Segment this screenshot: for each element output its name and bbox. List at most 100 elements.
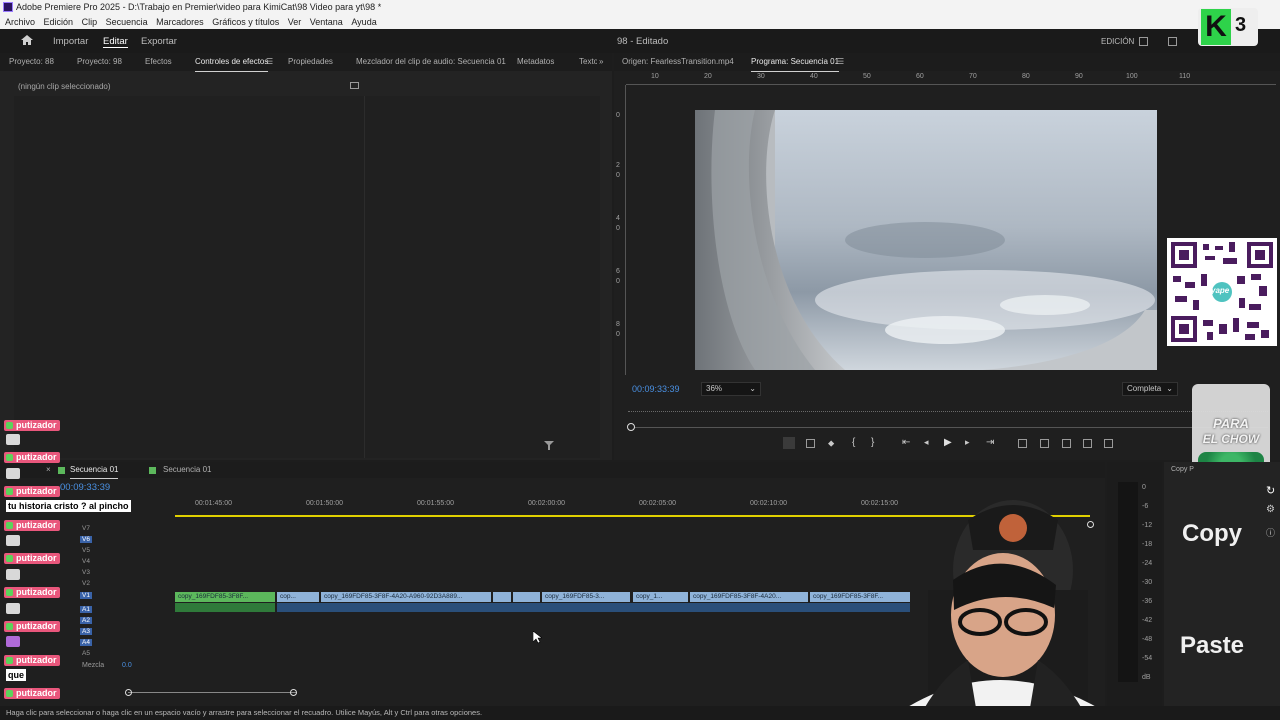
track-a3[interactable]: A3 — [80, 628, 92, 635]
window-title-bar: Adobe Premiere Pro 2025 - D:\Trabajo en … — [0, 0, 1280, 15]
play-icon[interactable]: ▶ — [944, 437, 952, 448]
menu-ver[interactable]: Ver — [288, 17, 302, 27]
chat-username: putizador — [4, 520, 60, 531]
go-to-in-icon[interactable]: ⇤ — [902, 437, 910, 448]
step-forward-icon[interactable]: ▸ — [965, 437, 970, 448]
workspace-icon[interactable] — [1139, 37, 1148, 46]
menu-secuencia[interactable]: Secuencia — [106, 17, 148, 27]
video-clip[interactable]: cop... — [277, 592, 319, 602]
cup-text-bottom: EL CHOW — [1202, 432, 1260, 446]
zoom-handle-right[interactable] — [290, 689, 297, 696]
tab-propiedades[interactable]: Propiedades — [288, 53, 333, 71]
menu-edicion[interactable]: Edición — [44, 17, 74, 27]
share-icon[interactable] — [1168, 37, 1177, 46]
tab-sequence-2[interactable]: Secuencia 01 — [163, 462, 211, 478]
tab-texto[interactable]: Texto — [579, 53, 597, 71]
video-clip[interactable]: copy_169FDF85-3F8F... — [175, 592, 275, 602]
zoom-dropdown[interactable]: 36% ⌄ — [701, 382, 761, 396]
menu-marcadores[interactable]: Marcadores — [156, 17, 204, 27]
left-tab-row: Proyecto: 88 Proyecto: 98 Efectos Contro… — [0, 53, 612, 72]
filter-icon[interactable] — [544, 441, 554, 450]
in-point-icon[interactable]: { — [852, 437, 855, 448]
tab-sequence-1[interactable]: Secuencia 01 — [70, 462, 119, 479]
add-marker-icon[interactable] — [783, 437, 795, 449]
video-clip[interactable]: copy_1... — [633, 592, 688, 602]
out-point-icon[interactable]: } — [871, 437, 874, 448]
menu-graficos[interactable]: Gráficos y títulos — [212, 17, 279, 27]
track-a1[interactable]: A1 — [80, 606, 92, 613]
marker-icon[interactable]: ⬥ — [828, 438, 834, 449]
tab-effect-controls[interactable]: Controles de efectos — [195, 53, 269, 72]
track-v1[interactable]: V1 — [80, 592, 92, 599]
refresh-icon[interactable]: ↻ — [1266, 484, 1275, 497]
program-timecode[interactable]: 00:09:33:39 — [632, 384, 680, 394]
program-menu-icon[interactable]: ☰ — [837, 53, 844, 71]
tab-source[interactable]: Origen: FearlessTransition.mp4 — [622, 53, 734, 71]
chat-emote-icon — [6, 434, 20, 445]
video-clip[interactable]: copy_169FDF85-3... — [542, 592, 630, 602]
ruler-label: 0 — [616, 225, 620, 232]
tab-proyecto-98[interactable]: Proyecto: 98 — [77, 53, 122, 71]
camera-icon[interactable] — [1062, 439, 1071, 448]
copy-button[interactable]: Copy — [1164, 520, 1260, 548]
close-icon[interactable]: × — [46, 462, 51, 478]
k3-number: 3 — [1235, 14, 1247, 36]
more-tabs-icon[interactable]: » — [599, 53, 603, 71]
panel-toggle-icon[interactable] — [350, 82, 359, 89]
menu-ayuda[interactable]: Ayuda — [351, 17, 376, 27]
tab-program[interactable]: Programa: Secuencia 01 — [751, 53, 840, 72]
video-clip[interactable]: copy_169FDF85-3F8F-4A20... — [690, 592, 808, 602]
workspace-label[interactable]: EDICIÓN — [1101, 37, 1134, 46]
menu-ventana[interactable]: Ventana — [310, 17, 343, 27]
settings-icon[interactable] — [1104, 439, 1113, 448]
track-v3[interactable]: V3 — [82, 569, 90, 576]
paste-button[interactable]: Paste — [1164, 632, 1260, 660]
tab-audio-clip-mixer[interactable]: Mezclador del clip de audio: Secuencia 0… — [356, 53, 506, 71]
audio-clip-blue[interactable] — [277, 603, 910, 612]
edit-tab[interactable]: Editar — [103, 36, 128, 48]
track-v7[interactable]: V7 — [82, 525, 90, 532]
import-tab[interactable]: Importar — [53, 36, 88, 47]
mix-value[interactable]: 0.0 — [122, 662, 132, 669]
quality-dropdown[interactable]: Completa ⌄ — [1122, 382, 1178, 396]
compare-icon[interactable] — [1083, 439, 1092, 448]
gear-icon[interactable]: ⚙ — [1266, 504, 1275, 515]
track-v4[interactable]: V4 — [82, 558, 90, 565]
monitor-scrub-bar[interactable] — [628, 427, 1268, 428]
timeline-timecode[interactable]: 00:09:33:39 — [60, 482, 110, 493]
copy-paste-tab[interactable]: Copy P — [1171, 466, 1194, 473]
zoom-handle-left[interactable] — [125, 689, 132, 696]
export-tab[interactable]: Exportar — [141, 36, 177, 47]
ruler-label: 0 — [616, 172, 620, 179]
tab-efectos[interactable]: Efectos — [145, 53, 172, 71]
chat-message: tu historia cristo ? al pincho — [6, 500, 131, 512]
audio-clip-green[interactable] — [175, 603, 275, 612]
menu-archivo[interactable]: Archivo — [5, 17, 35, 27]
track-a5[interactable]: A5 — [82, 650, 90, 657]
chat-emote-icon — [6, 468, 20, 479]
track-v5[interactable]: V5 — [82, 547, 90, 554]
go-to-out-icon[interactable]: ⇥ — [986, 437, 994, 448]
tab-proyecto-88[interactable]: Proyecto: 88 — [9, 53, 54, 71]
menu-icon[interactable]: ☰ — [266, 53, 273, 71]
video-clip[interactable] — [513, 592, 540, 602]
track-a2[interactable]: A2 — [80, 617, 92, 624]
menu-clip[interactable]: Clip — [82, 17, 98, 27]
status-bar: Haga clic para seleccionar o haga clic e… — [0, 706, 1280, 720]
track-a4[interactable]: A4 — [80, 639, 92, 646]
video-clip[interactable]: copy_169FDF85-3F8F-4A20-A960-92D3A889... — [321, 592, 491, 602]
insert-icon[interactable] — [1018, 439, 1027, 448]
video-clip[interactable] — [493, 592, 511, 602]
step-back-icon[interactable]: ◂ — [924, 437, 929, 448]
timeline-zoom-bar[interactable] — [128, 692, 296, 693]
effect-timeline-area — [365, 96, 600, 458]
track-v6[interactable]: V6 — [80, 536, 92, 543]
info-icon[interactable]: ⓘ — [1266, 526, 1275, 539]
mark-in-icon[interactable] — [806, 439, 815, 448]
scrub-handle[interactable] — [627, 423, 635, 431]
k3-letter: K — [1201, 9, 1231, 45]
overwrite-icon[interactable] — [1040, 439, 1049, 448]
home-icon[interactable] — [20, 34, 34, 46]
track-v2[interactable]: V2 — [82, 580, 90, 587]
tab-metadatos[interactable]: Metadatos — [517, 53, 554, 71]
